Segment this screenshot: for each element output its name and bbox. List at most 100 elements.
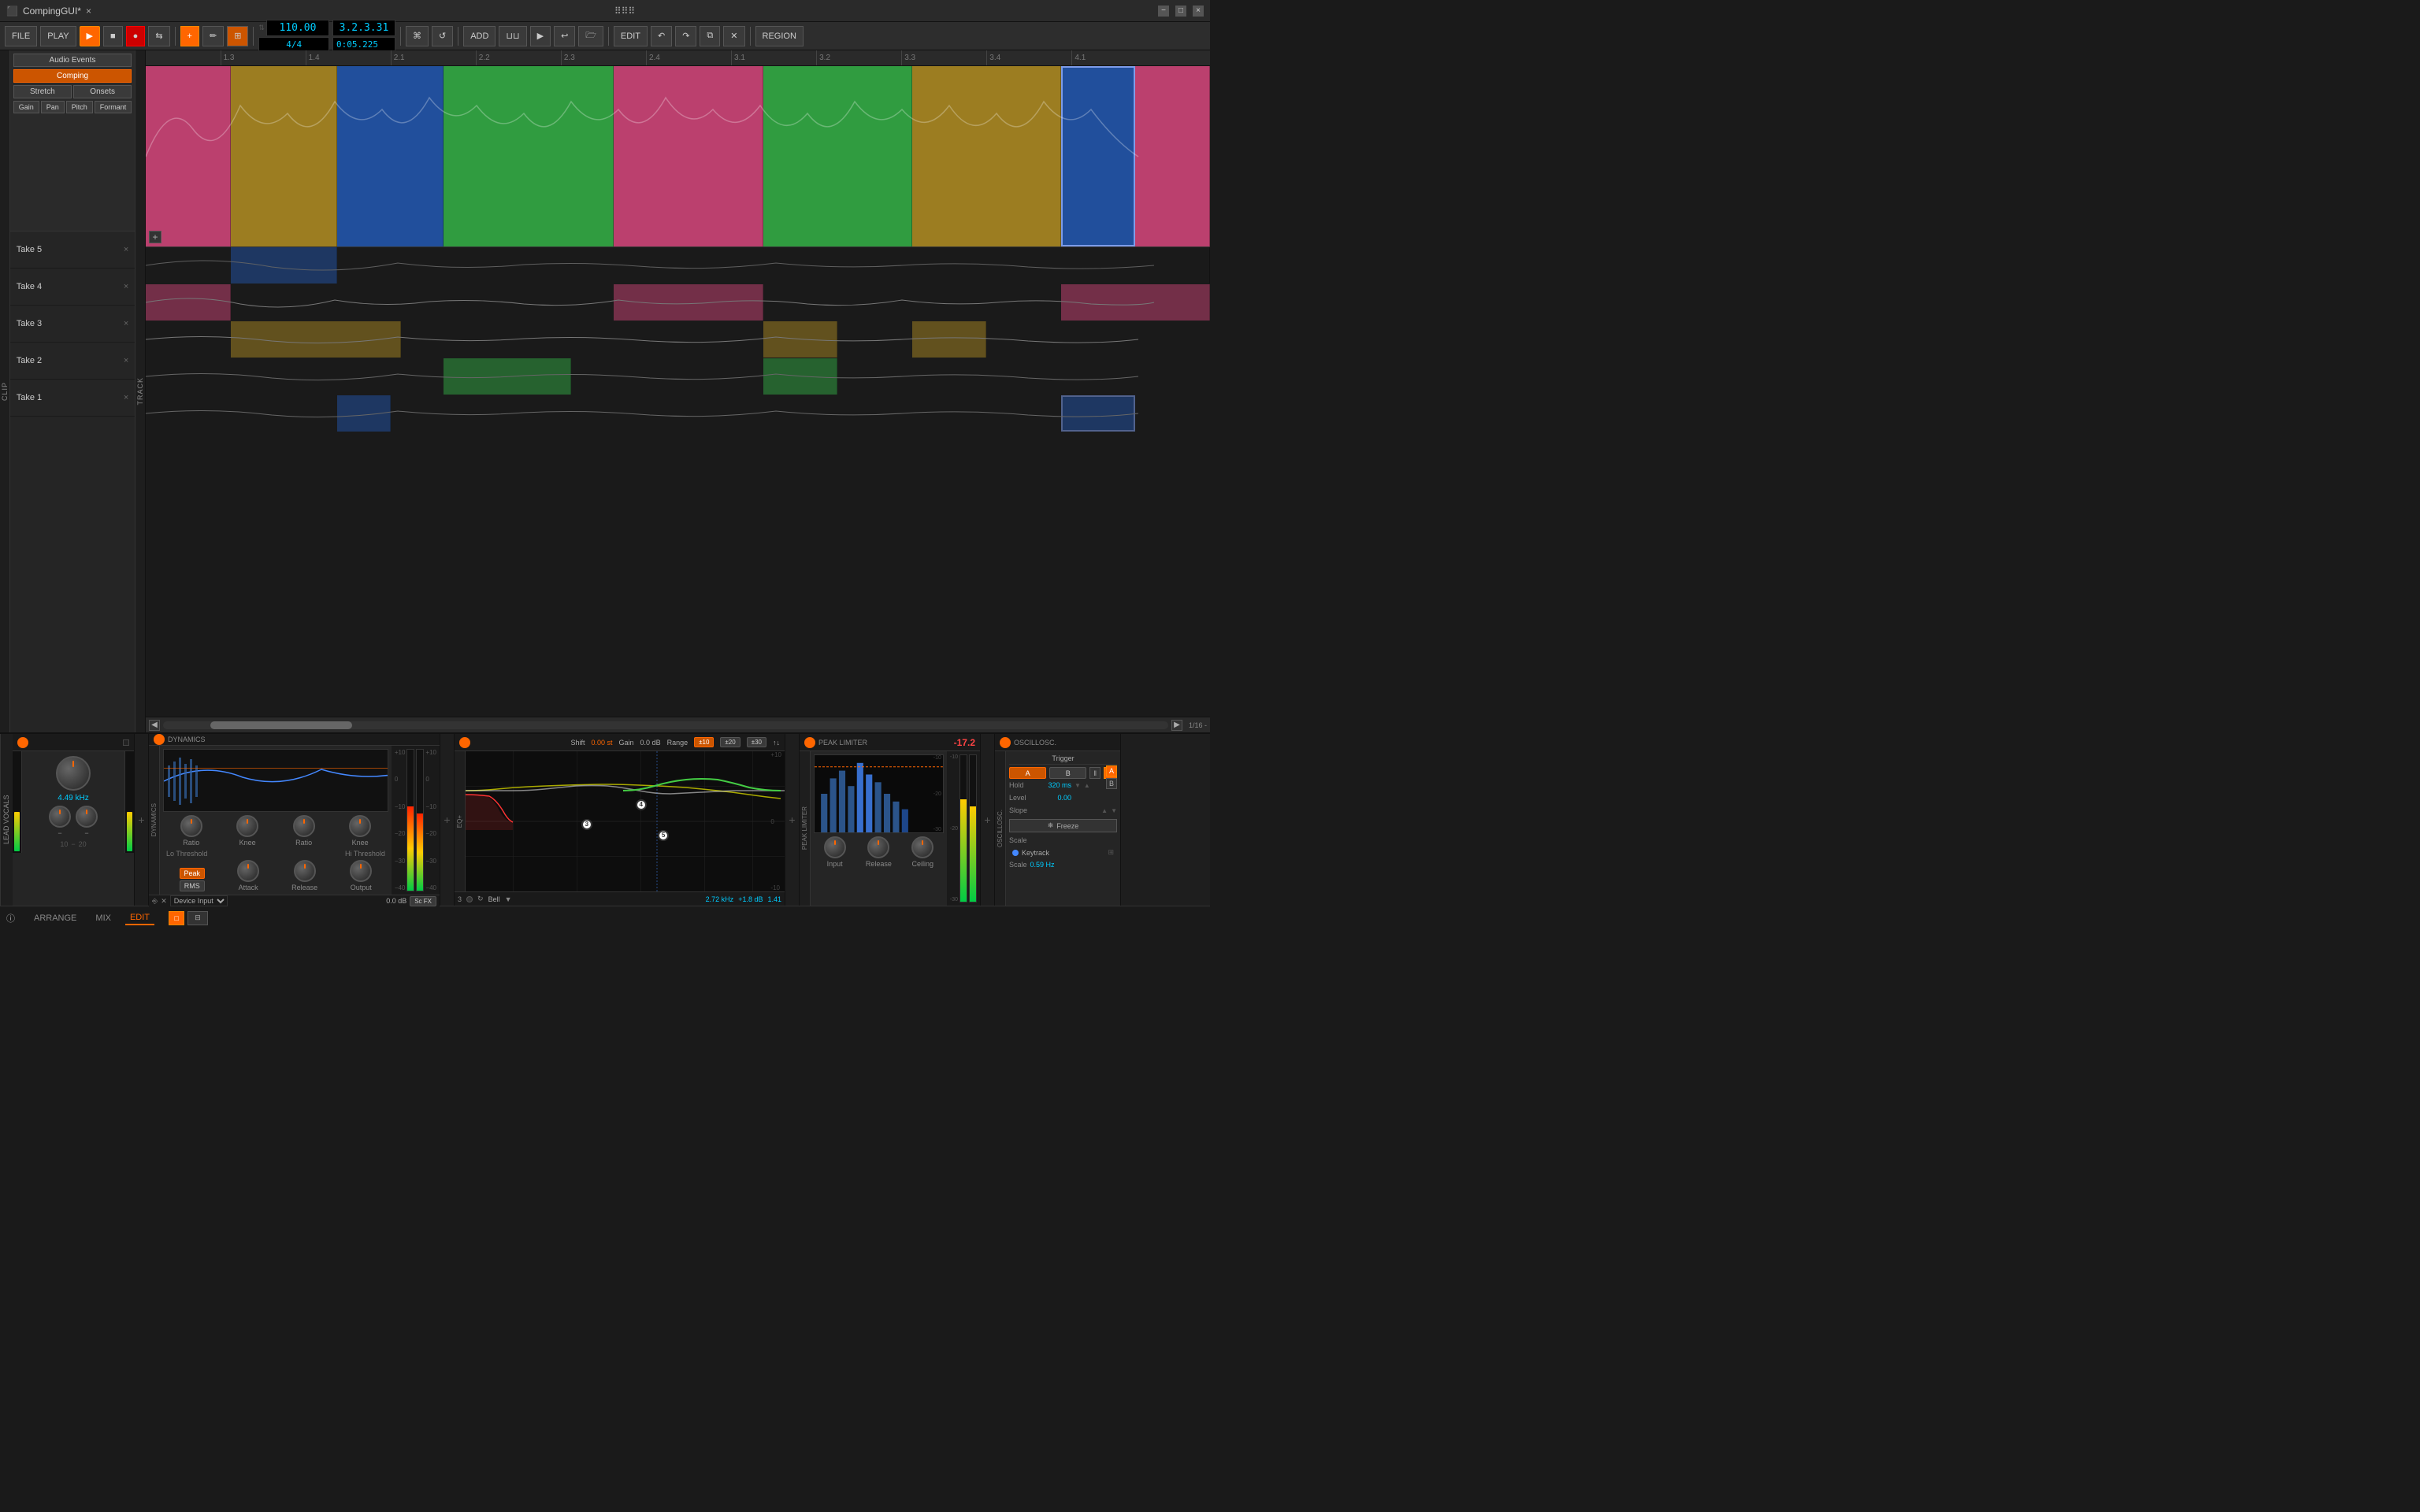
dynamics-knee2-knob[interactable]: [349, 815, 371, 837]
channel-a-button[interactable]: A: [1009, 767, 1046, 779]
mix-button[interactable]: MIX: [91, 912, 116, 925]
loop-button[interactable]: ⇆: [148, 26, 169, 46]
de-esser-knob-1[interactable]: [49, 806, 71, 828]
play-button[interactable]: ▶: [80, 26, 100, 46]
take-4-track[interactable]: [146, 284, 1210, 321]
record-button[interactable]: ●: [126, 26, 146, 46]
eq-point-5[interactable]: 5: [658, 830, 669, 841]
edit-button[interactable]: EDIT: [614, 26, 648, 46]
delete-button[interactable]: ✕: [723, 26, 744, 46]
eq-point-4[interactable]: 4: [636, 799, 647, 810]
eq-display[interactable]: 3 4 5 +10 0 -10: [466, 751, 785, 891]
rms-button[interactable]: RMS: [180, 880, 206, 891]
add-track-button[interactable]: ADD: [463, 26, 496, 46]
peak-input-knob[interactable]: [824, 836, 846, 858]
add-plugin-3[interactable]: +: [785, 734, 800, 906]
view-split-button[interactable]: ⊟: [187, 911, 208, 925]
de-esser-freq-knob[interactable]: [56, 756, 91, 791]
stretch-button[interactable]: Stretch: [13, 85, 72, 98]
keytrack-scale-item[interactable]: Keytrack ⊞: [1009, 847, 1117, 858]
device-input-select[interactable]: Device Input: [170, 895, 228, 906]
minimize-button[interactable]: −: [1158, 6, 1169, 17]
gain-button[interactable]: Gain: [13, 101, 39, 113]
range-30-button[interactable]: ±30: [747, 737, 766, 747]
bpm-value[interactable]: 110.00: [266, 20, 329, 36]
close-tab-btn[interactable]: ×: [86, 6, 91, 17]
scroll-left-button[interactable]: ◀: [149, 720, 160, 731]
dynamics-output-knob[interactable]: [350, 860, 372, 882]
audio-events-button[interactable]: Audio Events: [13, 54, 132, 67]
scroll-right-button[interactable]: ▶: [1171, 720, 1182, 731]
add-plugin-2[interactable]: +: [440, 734, 455, 906]
pan-button[interactable]: Pan: [41, 101, 65, 113]
peak-ceiling-knob[interactable]: [911, 836, 933, 858]
take-5-close[interactable]: ×: [124, 245, 128, 254]
range-10-button[interactable]: ±10: [694, 737, 714, 747]
take-3-track[interactable]: [146, 321, 1210, 358]
formant-button[interactable]: Formant: [95, 101, 132, 113]
folder-button[interactable]: 🗁: [578, 26, 603, 46]
de-esser-view-button[interactable]: [123, 739, 129, 746]
play-label-button[interactable]: PLAY: [40, 26, 76, 46]
ch-a-indicator[interactable]: A: [1106, 765, 1117, 776]
take-2-close[interactable]: ×: [124, 356, 128, 365]
copy-button[interactable]: ⧉: [700, 26, 720, 46]
vu-button[interactable]: ⊔⊔: [499, 26, 526, 46]
cursor-button[interactable]: ⊞: [227, 26, 248, 46]
ch-b-indicator[interactable]: B: [1106, 778, 1117, 789]
add-button[interactable]: +: [180, 26, 199, 46]
view-single-button[interactable]: □: [169, 911, 184, 925]
pitch-button[interactable]: Pitch: [66, 101, 93, 113]
redo-button[interactable]: ↷: [675, 26, 696, 46]
maximize-button[interactable]: □: [1175, 6, 1186, 17]
take-4-close[interactable]: ×: [124, 282, 128, 291]
add-plugin-2-icon[interactable]: +: [444, 813, 450, 826]
peak-limiter-power-button[interactable]: [804, 737, 815, 748]
take-3-close[interactable]: ×: [124, 319, 128, 328]
eq-band-power[interactable]: [466, 896, 473, 902]
slope-up-button[interactable]: ▲: [1101, 807, 1108, 814]
stop-button[interactable]: ■: [103, 26, 123, 46]
take-5-track[interactable]: [146, 247, 1210, 284]
peak-release-knob[interactable]: [867, 836, 889, 858]
de-esser-knob-2[interactable]: [76, 806, 98, 828]
add-plugin-4[interactable]: +: [981, 734, 995, 906]
file-button[interactable]: FILE: [5, 26, 37, 46]
add-plugin-3-icon[interactable]: +: [789, 813, 795, 826]
add-plugin-4-icon[interactable]: +: [984, 813, 990, 826]
oscilloscope-power-button[interactable]: [1000, 737, 1011, 748]
channel-b-button[interactable]: B: [1049, 767, 1086, 779]
eq-point-3[interactable]: 3: [581, 819, 592, 830]
slope-down-button[interactable]: ▼: [1111, 807, 1117, 814]
region-button[interactable]: REGION: [755, 26, 804, 46]
undo-button[interactable]: ↶: [651, 26, 672, 46]
snap-button[interactable]: ⌘: [406, 26, 429, 46]
comp-track[interactable]: +: [146, 66, 1210, 247]
dynamics-release-knob[interactable]: [294, 860, 316, 882]
edit-button-nav[interactable]: EDIT: [125, 911, 154, 925]
rewind-button[interactable]: ↩: [554, 26, 575, 46]
peak-button[interactable]: Peak: [180, 868, 206, 879]
sc-fx-button[interactable]: Sc FX: [410, 896, 436, 906]
dynamics-ratio2-knob[interactable]: [293, 815, 315, 837]
range-20-button[interactable]: ±20: [720, 737, 740, 747]
add-plugin-1-icon[interactable]: +: [138, 813, 144, 826]
hold-decrement[interactable]: ▼: [1075, 782, 1081, 789]
take-1-close[interactable]: ×: [124, 393, 128, 402]
oscilloscope-bar-button[interactable]: ‖: [1089, 767, 1101, 779]
dynamics-power-button[interactable]: [154, 734, 165, 745]
play-from-button[interactable]: ▶: [530, 26, 551, 46]
eq-power-button[interactable]: [459, 737, 470, 748]
pencil-button[interactable]: ✏: [202, 26, 224, 46]
dynamics-knee1-knob[interactable]: [236, 815, 258, 837]
dynamics-ratio1-knob[interactable]: [180, 815, 202, 837]
onsets-button[interactable]: Onsets: [73, 85, 132, 98]
loop-region-button[interactable]: ↺: [432, 26, 453, 46]
take-1-track[interactable]: [146, 395, 1210, 432]
hold-increment[interactable]: ▲: [1084, 782, 1090, 789]
take-2-track[interactable]: [146, 358, 1210, 395]
de-esser-power-button[interactable]: [17, 737, 28, 748]
add-clip-button[interactable]: +: [149, 231, 161, 243]
close-button[interactable]: ×: [1193, 6, 1204, 17]
freeze-button[interactable]: ❄ Freeze: [1009, 819, 1117, 832]
